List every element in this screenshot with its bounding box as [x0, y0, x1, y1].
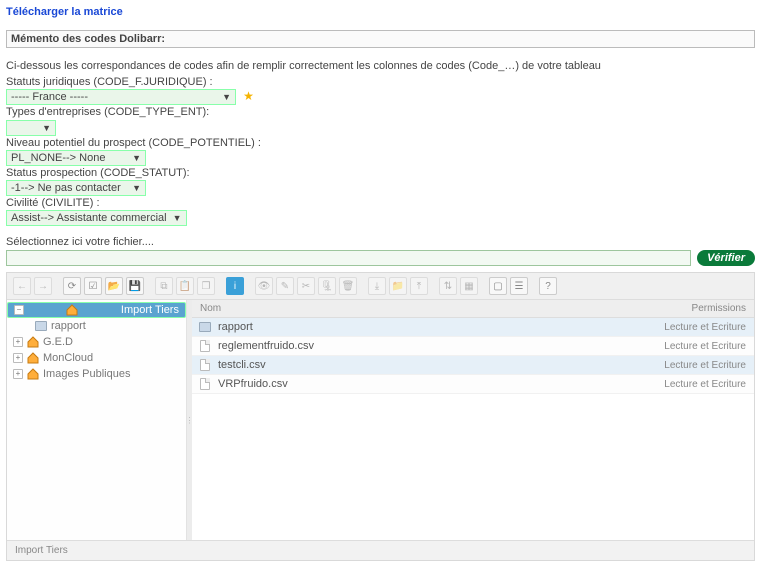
- list-row[interactable]: testcli.csvLecture et Ecriture: [192, 356, 754, 375]
- tree-child-rapport[interactable]: rapport: [7, 318, 186, 334]
- cut-button[interactable]: ✂: [297, 277, 315, 295]
- duplicate-button[interactable]: ❐: [197, 277, 215, 295]
- open-button[interactable]: 📂: [105, 277, 123, 295]
- home-icon: [66, 304, 78, 316]
- status-juridique-value: ----- France -----: [11, 91, 88, 103]
- file-permissions: Lecture et Ecriture: [604, 319, 754, 336]
- folder-icon: [199, 322, 211, 332]
- file-picker-label: Sélectionnez ici votre fichier....: [6, 236, 755, 248]
- file-name: reglementfruido.csv: [218, 337, 604, 355]
- extract-button[interactable]: ⤓: [368, 277, 386, 295]
- home-icon: [27, 352, 39, 364]
- star-icon: ★: [243, 89, 254, 103]
- upload-button[interactable]: ⤒: [410, 277, 428, 295]
- list-row[interactable]: VRPfruido.csvLecture et Ecriture: [192, 375, 754, 394]
- tree-child-label: rapport: [51, 320, 86, 332]
- list-header: Nom Permissions: [192, 300, 754, 318]
- statusbar: Import Tiers: [7, 540, 754, 560]
- archive-button[interactable]: 🗜: [318, 277, 336, 295]
- select-button[interactable]: ☑: [84, 277, 102, 295]
- niveau-select[interactable]: PL_NONE--> None ▼: [6, 150, 146, 166]
- folder-icon: [35, 321, 47, 331]
- civilite-label: Civilité (CIVILITE) :: [6, 197, 755, 209]
- download-matrix-link[interactable]: Télécharger la matrice: [6, 6, 123, 18]
- file-manager: ← → ⟳ ☑ 📂 💾 ⧉ 📋 ❐ i 👁 ✎ ✂ 🗜 🗑 ⤓ 📁 ⤒ ⇅ ▦ …: [6, 272, 755, 561]
- sort-button[interactable]: ⇅: [439, 277, 457, 295]
- file-icon: [200, 340, 210, 352]
- status-juridique-label: Statuts juridiques (CODE_F.JURIDIQUE) :: [6, 76, 755, 88]
- help-button[interactable]: ?: [539, 277, 557, 295]
- forward-button[interactable]: →: [34, 277, 52, 295]
- newfolder-button[interactable]: 📁: [389, 277, 407, 295]
- grid-button[interactable]: ▦: [460, 277, 478, 295]
- paste-button[interactable]: 📋: [176, 277, 194, 295]
- file-permissions: Lecture et Ecriture: [604, 338, 754, 355]
- civilite-select[interactable]: Assist--> Assistante commercial ▼: [6, 210, 187, 226]
- expand-icon[interactable]: +: [13, 369, 23, 379]
- file-permissions: Lecture et Ecriture: [604, 376, 754, 393]
- file-icon: [200, 378, 210, 390]
- chevron-down-icon: ▼: [132, 183, 141, 193]
- file-path-input[interactable]: [6, 250, 691, 266]
- view-list-button[interactable]: ☰: [510, 277, 528, 295]
- collapse-icon[interactable]: −: [14, 305, 24, 315]
- col-header-perm[interactable]: Permissions: [604, 300, 754, 317]
- chevron-down-icon: ▼: [173, 213, 182, 223]
- expand-icon[interactable]: +: [13, 353, 23, 363]
- tree-root-label: Import Tiers: [121, 304, 179, 316]
- chevron-down-icon: ▼: [222, 92, 231, 102]
- rename-button[interactable]: ✎: [276, 277, 294, 295]
- tree-item-label: G.E.D: [43, 336, 73, 348]
- status-prosp-select[interactable]: -1--> Ne pas contacter ▼: [6, 180, 146, 196]
- verify-button[interactable]: Vérifier: [697, 250, 755, 266]
- home-icon: [27, 368, 39, 380]
- preview-button[interactable]: 👁: [255, 277, 273, 295]
- memento-heading: Mémento des codes Dolibarr:: [6, 30, 755, 48]
- folder-tree[interactable]: − Import Tiers rapport + G.E.D + MonCloud + I…: [7, 300, 187, 540]
- file-name: VRPfruido.csv: [218, 375, 604, 393]
- status-juridique-select[interactable]: ----- France ----- ▼: [6, 89, 236, 105]
- save-button[interactable]: 💾: [126, 277, 144, 295]
- back-button[interactable]: ←: [13, 277, 31, 295]
- info-button[interactable]: i: [226, 277, 244, 295]
- niveau-value: PL_NONE--> None: [11, 152, 105, 164]
- list-row[interactable]: rapportLecture et Ecriture: [192, 318, 754, 337]
- tree-item-label: Images Publiques: [43, 368, 130, 380]
- tree-item[interactable]: + G.E.D: [7, 334, 186, 350]
- list-row[interactable]: reglementfruido.csvLecture et Ecriture: [192, 337, 754, 356]
- type-ent-label: Types d'entreprises (CODE_TYPE_ENT):: [6, 106, 755, 118]
- civilite-value: Assist--> Assistante commercial: [11, 212, 167, 224]
- home-icon: [27, 336, 39, 348]
- intro-text: Ci-dessous les correspondances de codes …: [6, 60, 755, 72]
- copy-button[interactable]: ⧉: [155, 277, 173, 295]
- tree-item-label: MonCloud: [43, 352, 93, 364]
- file-icon: [200, 359, 210, 371]
- delete-button[interactable]: 🗑: [339, 277, 357, 295]
- toolbar: ← → ⟳ ☑ 📂 💾 ⧉ 📋 ❐ i 👁 ✎ ✂ 🗜 🗑 ⤓ 📁 ⤒ ⇅ ▦ …: [7, 273, 754, 300]
- chevron-down-icon: ▼: [132, 153, 141, 163]
- niveau-label: Niveau potentiel du prospect (CODE_POTEN…: [6, 137, 755, 149]
- view-icons-button[interactable]: ▢: [489, 277, 507, 295]
- col-header-name[interactable]: Nom: [192, 300, 604, 317]
- tree-item[interactable]: + MonCloud: [7, 350, 186, 366]
- reload-button[interactable]: ⟳: [63, 277, 81, 295]
- chevron-down-icon: ▼: [42, 123, 51, 133]
- status-prosp-label: Status prospection (CODE_STATUT):: [6, 167, 755, 179]
- type-ent-select[interactable]: ▼: [6, 120, 56, 136]
- status-prosp-value: -1--> Ne pas contacter: [11, 182, 121, 194]
- expand-icon[interactable]: +: [13, 337, 23, 347]
- tree-root-import-tiers[interactable]: − Import Tiers: [7, 302, 186, 318]
- file-permissions: Lecture et Ecriture: [604, 357, 754, 374]
- tree-item[interactable]: + Images Publiques: [7, 366, 186, 382]
- file-name: rapport: [218, 318, 604, 336]
- file-name: testcli.csv: [218, 356, 604, 374]
